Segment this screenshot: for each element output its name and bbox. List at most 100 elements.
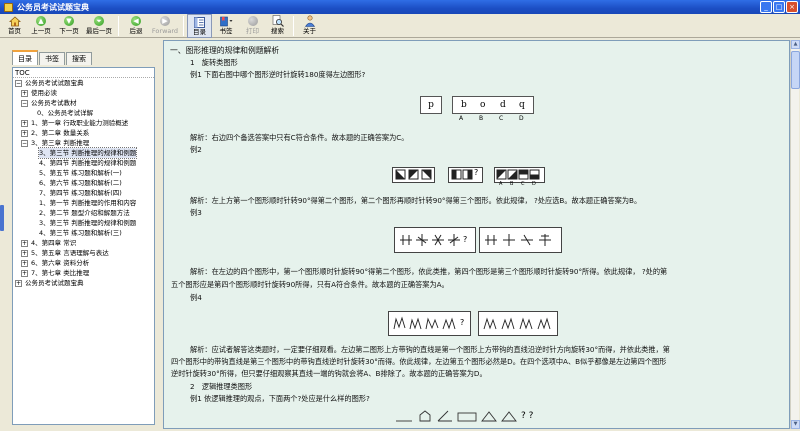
tree-item[interactable]: 3、第三节 判断推理的规律和例题 [13,147,154,159]
tab-contents[interactable]: 目录 [12,50,38,65]
tree-item[interactable]: 4、第四节 判断推理的规律和例题 [13,158,154,168]
tree-item[interactable]: + 公务员考试试题宝典 [13,278,154,288]
tree-item-label: 公务员考试教材 [31,99,77,107]
figure-left-glyph: p [420,96,442,114]
next-page-button[interactable]: ▼ 下一页 [55,14,83,38]
contents-icon [193,16,206,28]
print-icon [247,16,258,26]
tree-item[interactable]: 7、第四节 练习题和解析(四) [13,188,154,198]
example-title: 例3 [190,208,202,217]
close-button[interactable]: × [786,1,798,13]
last-page-button[interactable]: ⏷ 最后一页 [83,14,115,38]
expand-icon[interactable]: + [21,270,28,277]
app-icon [4,2,13,12]
expand-icon[interactable]: + [21,90,28,97]
toc-tree[interactable]: TOC − 公务员考试试题宝典 + 使用必读 − 公务员考试教材 0、公务员考试详解 +1、第… [12,67,155,425]
example-question: 例1 依逻辑推理的观点，下面两个?处应是什么样的图形? [190,394,370,403]
expand-icon[interactable]: + [21,130,28,137]
tree-item-label: 2、第二章 数量关系 [31,129,90,137]
expand-icon[interactable]: + [21,120,28,127]
scroll-down-icon[interactable]: ▼ [791,420,800,429]
tree-item[interactable]: − 公务员考试试题宝典 [13,78,154,88]
tree-item-label: 4、第四章 常识 [31,239,77,247]
tree-item[interactable]: +1、第一章 行政职业能力测验概述 [13,118,154,128]
tree-item[interactable]: 1、第一节 判断推理的作用和内容 [13,198,154,208]
tree-item[interactable]: 5、第五节 练习题和解析(一) [13,168,154,178]
arrow-left-icon: ◀ [131,16,141,26]
scroll-up-icon[interactable]: ▲ [791,40,800,49]
search-icon [271,15,284,27]
tree-item[interactable]: +2、第二章 数量关系 [13,128,154,138]
expand-icon[interactable]: + [21,250,28,257]
tree-item[interactable]: 6、第六节 练习题和解析(二) [13,178,154,188]
toolbar-separator [183,16,184,36]
contents-button[interactable]: 目录 [187,14,212,38]
tree-item-label: 1、第一章 行政职业能力测验概述 [31,119,129,127]
expand-icon[interactable]: + [15,280,22,287]
collapse-icon[interactable]: − [21,140,28,147]
figure-question-marks: ? ? [521,411,534,421]
tree-item-label: 4、第三节 练习题和解析(三) [39,229,122,237]
print-button[interactable]: 打印 [240,14,265,38]
tree-item-label: 6、第六章 资料分析 [31,259,90,267]
tree-item-label: 1、第一节 判断推理的作用和内容 [39,199,137,207]
arrow-down-icon: ▼ [64,16,74,26]
tree-item[interactable]: 4、第三节 练习题和解析(三) [13,228,154,238]
example-answer-cont: 五个图形应是第四个图形顺时针旋转90所得，只有A符合条件。故本题的正确答案为A。 [171,280,449,289]
tree-item[interactable]: +4、第四章 常识 [13,238,154,248]
tree-item-label: 7、第七章 类比推理 [31,269,90,277]
about-icon [303,15,316,27]
vertical-scrollbar[interactable]: ▲ ▼ [790,40,800,429]
tree-item[interactable]: 2、第二节 题型介绍和解题方法 [13,208,154,218]
example-title: 例2 [190,145,202,154]
tree-item[interactable]: +7、第七章 类比推理 [13,268,154,278]
tree-item[interactable]: −3、第三章 判断推理 [13,138,154,148]
navigation-pane: 目录 书签 搜索 TOC − 公务员考试试题宝典 + 使用必读 − 公务员考试教材 0、公务… [2,40,159,429]
title-bar: 公务员考试试题宝典 _ □ × [0,0,800,14]
example-answer-cont: 逆时针旋转30°所得，但只要仔细观察其直线一端的钩就会将A、B排除了。故本题的正… [171,369,487,378]
about-button[interactable]: 关于 [297,14,322,38]
section-heading: 一、图形推理的规律和例题解析 [170,46,280,55]
example-answer: 解析：应试者解答这类题时，一定要仔细观看。左边第二图形上方带钩的直线是第一个图形… [190,345,670,354]
tree-item[interactable]: − 公务员考试教材 [13,98,154,108]
toolbar-separator [118,16,119,36]
search-button[interactable]: 搜索 [265,14,290,38]
tree-item-label: 5、第五节 练习题和解析(一) [39,169,122,177]
collapse-icon[interactable]: − [15,80,22,87]
home-icon [8,15,21,27]
tree-item-label: 3、第三节 判断推理的规律和例题 [37,147,138,159]
expand-icon[interactable]: + [21,260,28,267]
splitter-grip[interactable] [0,205,4,231]
tree-item[interactable]: 0、公务员考试详解 [13,108,154,118]
collapse-icon[interactable]: − [21,100,28,107]
home-button[interactable]: 首页 [2,14,27,38]
forward-button[interactable]: ▶ Forward [150,14,180,38]
tree-item[interactable]: +5、第五章 言语理解与表达 [13,248,154,258]
bookmark-button[interactable]: 书签 [212,14,240,38]
tree-item[interactable]: 3、第三节 判断推理的规律和例题 [13,218,154,228]
example-answer: 解析：在左边的四个图形中，第一个图形顺时针旋转90°得第二个图形，依此类推，第四… [190,267,668,276]
tree-item[interactable]: + 使用必读 [13,88,154,98]
last-page-icon: ⏷ [94,16,104,26]
prev-page-button[interactable]: ▲ 上一页 [27,14,55,38]
tab-bookmarks[interactable]: 书签 [39,52,65,65]
back-button[interactable]: ◀ 后退 [122,14,150,38]
scroll-thumb[interactable] [791,51,800,89]
maximize-button[interactable]: □ [773,1,785,13]
figure-1: p b o d q A B C D [420,93,534,123]
tree-item-label: 7、第四节 练习题和解析(四) [39,189,122,197]
tree-item-label: 0、公务员考试详解 [37,109,94,117]
minimize-button[interactable]: _ [760,1,772,13]
tree-item-label: 4、第四节 判断推理的规律和例题 [39,159,137,167]
tree-item-label: 公务员考试试题宝典 [25,279,84,287]
tree-item[interactable]: +6、第六章 资料分析 [13,258,154,268]
figure-2: ? A B C D [392,165,546,187]
expand-icon[interactable]: + [21,240,28,247]
subsection-heading: 1 旋转类图形 [190,58,238,67]
tab-search[interactable]: 搜索 [66,52,92,65]
toolbar-separator [293,16,294,36]
window-title: 公务员考试试题宝典 [17,2,89,12]
figure-question-mark: ? [460,318,465,327]
tree-item-label: 2、第二节 题型介绍和解题方法 [39,209,130,217]
example-title: 例4 [190,293,202,302]
